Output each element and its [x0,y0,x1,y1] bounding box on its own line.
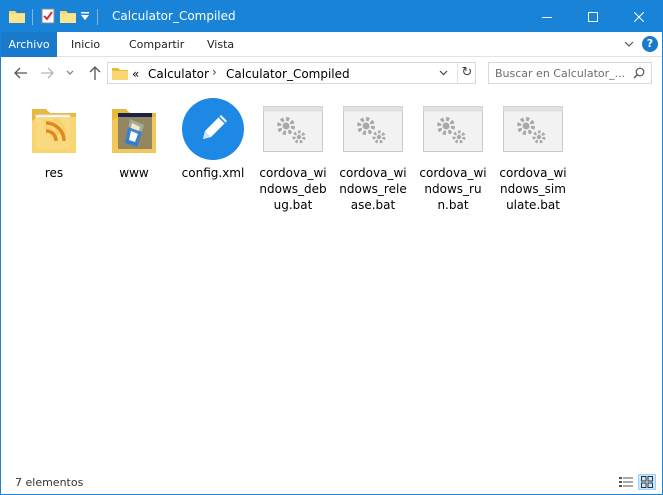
batch-file-icon [501,97,565,161]
up-button[interactable] [85,64,105,82]
breadcrumb-current[interactable]: Calculator_Compiled [226,67,350,81]
ribbon-tabs: Archivo Inicio Compartir Vista ? [1,32,662,57]
batch-file-icon [341,97,405,161]
item-label: www [119,166,149,180]
list-item-res[interactable]: res [16,97,92,181]
breadcrumb-separator[interactable]: › [212,65,217,79]
folder-res-icon [22,97,86,161]
close-button[interactable] [616,1,662,32]
item-count: 7 elementos [15,476,84,489]
search-box[interactable] [488,62,652,84]
folder-icon [112,68,128,80]
xml-editor-icon [181,97,245,161]
maximize-button[interactable] [570,1,616,32]
item-label: config.xml [181,166,245,180]
list-item-www[interactable]: www [96,97,172,181]
chevron-down-icon [66,70,74,75]
status-bar: 7 elementos [1,471,662,494]
list-item-bat[interactable]: cordova_windows_debug.bat [255,97,331,213]
arrow-left-icon [14,67,27,79]
help-button[interactable]: ? [642,36,658,52]
chevron-down-icon [439,70,448,76]
batch-file-icon [261,97,325,161]
back-button[interactable] [11,64,31,82]
item-label: res [44,166,64,180]
list-item-bat[interactable]: cordova_windows_simulate.bat [495,97,571,213]
breadcrumb-overflow[interactable]: « [132,67,139,81]
tab-inicio[interactable]: Inicio [61,32,110,57]
list-item-bat[interactable]: cordova_windows_release.bat [335,97,411,213]
breadcrumb-calculator[interactable]: Calculator [148,67,209,81]
batch-file-icon [421,97,485,161]
customize-toolbar-icon[interactable] [80,10,90,24]
address-dropdown-button[interactable] [439,66,448,79]
search-input[interactable] [495,65,625,81]
explorer-window: Calculator_Compiled Archivo Inicio Compa… [0,0,663,495]
large-icons-view-button[interactable] [638,474,656,490]
new-folder-icon[interactable] [60,9,76,26]
item-label: cordova_windows_run.bat [419,166,487,212]
minimize-button[interactable] [524,1,570,32]
list-item-config-xml[interactable]: config.xml [175,97,251,181]
tab-vista[interactable]: Vista [197,32,244,57]
chevron-down-icon[interactable] [624,37,634,51]
recent-locations-button[interactable] [63,64,77,82]
tab-compartir[interactable]: Compartir [119,32,194,57]
properties-icon[interactable] [40,8,56,27]
item-label: cordova_windows_simulate.bat [499,166,567,212]
refresh-button[interactable]: ↻ [457,63,476,83]
tab-archivo[interactable]: Archivo [1,32,57,57]
folder-www-icon [102,97,166,161]
list-item-bat[interactable]: cordova_windows_run.bat [415,97,491,213]
folder-icon [9,9,25,26]
arrow-up-icon [89,66,101,80]
file-view: res www config.xml cordova_windows_debug… [1,89,662,467]
title-bar: Calculator_Compiled [1,1,662,32]
forward-button[interactable] [37,64,57,82]
navigation-bar: « Calculator › Calculator_Compiled ↻ [1,57,662,89]
quick-access-toolbar [9,7,101,27]
window-title: Calculator_Compiled [112,9,236,23]
large-icons-view-icon [641,476,653,488]
address-bar[interactable]: « Calculator › Calculator_Compiled ↻ [107,62,476,84]
details-view-icon [619,477,633,487]
item-label: cordova_windows_release.bat [339,166,407,212]
item-label: cordova_windows_debug.bat [259,166,327,212]
details-view-button[interactable] [617,474,635,490]
arrow-right-icon [41,67,54,79]
search-icon [633,67,645,79]
